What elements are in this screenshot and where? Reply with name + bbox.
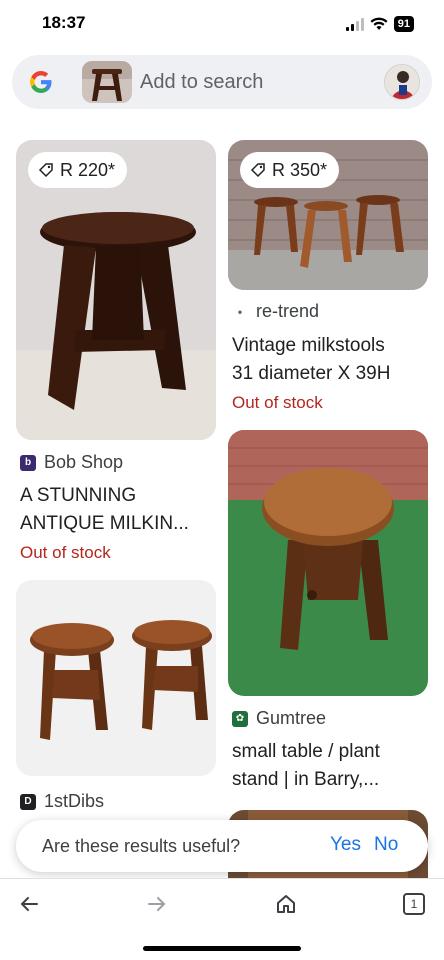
result-card-bob-shop[interactable]: R 220* b Bob Shop A STUNNING ANTIQUE MIL… bbox=[16, 140, 216, 570]
home-button[interactable] bbox=[271, 889, 301, 919]
back-button[interactable] bbox=[14, 889, 44, 919]
search-bar[interactable] bbox=[12, 55, 432, 109]
result-card-re-trend[interactable]: R 350* • re-trend Vintage milkstools 31 … bbox=[228, 140, 428, 420]
forward-button[interactable] bbox=[142, 889, 172, 919]
price-label: R 220* bbox=[60, 159, 116, 180]
result-card-gumtree[interactable]: ✿ Gumtree small table / plant stand | in… bbox=[228, 430, 428, 800]
google-logo-icon bbox=[30, 71, 52, 93]
result-title-line: Vintage milkstools bbox=[232, 335, 385, 356]
search-input[interactable] bbox=[140, 69, 370, 95]
result-title[interactable]: A STUNNING ANTIQUE MILKIN... bbox=[20, 482, 220, 538]
feedback-no-button[interactable]: No bbox=[374, 834, 398, 856]
result-card-1stdibs[interactable]: D 1stDibs bbox=[16, 580, 216, 820]
home-indicator bbox=[143, 946, 301, 951]
tabs-button[interactable]: 1 bbox=[399, 889, 429, 919]
back-arrow-icon bbox=[20, 897, 38, 911]
feedback-yes-button[interactable]: Yes bbox=[330, 834, 361, 856]
status-bar: 18:37 91 bbox=[0, 0, 444, 50]
feedback-question: Are these results useful? bbox=[42, 836, 241, 856]
result-source[interactable]: D 1stDibs bbox=[20, 791, 104, 812]
feedback-prompt: Are these results useful? Yes No bbox=[16, 820, 428, 872]
result-image[interactable] bbox=[16, 580, 216, 776]
result-title[interactable]: small table / plant stand | in Barry,... bbox=[232, 738, 432, 794]
result-title-line: A STUNNING bbox=[20, 485, 137, 506]
battery-icon: 91 bbox=[393, 16, 414, 32]
home-icon bbox=[277, 895, 295, 913]
result-image[interactable] bbox=[228, 430, 428, 696]
price-tag-icon bbox=[250, 163, 265, 178]
result-title-line: ANTIQUE MILKIN... bbox=[20, 513, 189, 534]
price-chip: R 220* bbox=[28, 152, 128, 188]
source-name: Bob Shop bbox=[44, 452, 124, 472]
stock-status: Out of stock bbox=[20, 543, 111, 562]
search-image-thumbnail[interactable] bbox=[82, 61, 132, 103]
source-name: re-trend bbox=[256, 301, 320, 321]
price-label: R 350* bbox=[272, 159, 328, 180]
result-image[interactable]: R 350* bbox=[228, 140, 428, 290]
status-icons: 91 bbox=[345, 16, 414, 32]
result-image[interactable]: R 220* bbox=[16, 140, 216, 440]
result-source[interactable]: b Bob Shop bbox=[20, 452, 123, 473]
stock-status: Out of stock bbox=[232, 393, 323, 412]
tab-count: 1 bbox=[410, 897, 418, 911]
gumtree-favicon-icon: ✿ bbox=[232, 710, 248, 727]
result-title-line: stand | in Barry,... bbox=[232, 769, 380, 790]
wifi-icon bbox=[370, 17, 388, 30]
source-name: Gumtree bbox=[256, 708, 327, 728]
result-source[interactable]: • re-trend bbox=[232, 301, 319, 322]
result-title-line: 31 diameter X 39H bbox=[232, 363, 391, 384]
source-name: 1stDibs bbox=[44, 791, 105, 811]
price-chip: R 350* bbox=[240, 152, 340, 188]
avatar[interactable] bbox=[384, 64, 420, 100]
result-title[interactable]: Vintage milkstools 31 diameter X 39H bbox=[232, 332, 432, 388]
signal-icon bbox=[345, 17, 364, 31]
tabs-icon: 1 bbox=[403, 893, 425, 915]
1stdibs-favicon-icon: D bbox=[20, 793, 36, 810]
price-tag-icon bbox=[38, 163, 53, 178]
result-source[interactable]: ✿ Gumtree bbox=[232, 708, 326, 729]
re-trend-favicon-icon: • bbox=[232, 303, 248, 320]
status-time: 18:37 bbox=[42, 13, 86, 32]
result-title-line: small table / plant bbox=[232, 741, 380, 762]
bob-shop-favicon-icon: b bbox=[20, 454, 36, 471]
forward-arrow-icon bbox=[148, 897, 166, 911]
